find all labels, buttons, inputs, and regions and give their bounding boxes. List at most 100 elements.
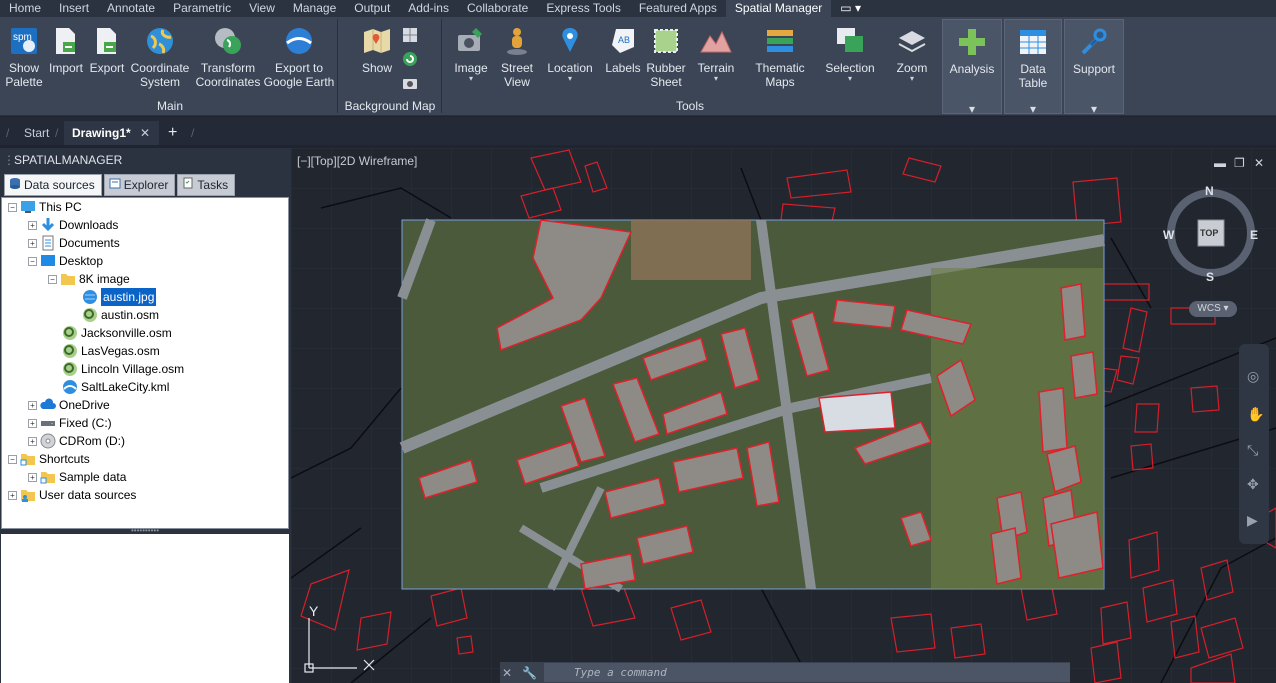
menu-output[interactable]: Output xyxy=(345,0,399,17)
refresh-icon[interactable] xyxy=(402,51,418,67)
labels-button[interactable]: AB Labels xyxy=(603,19,643,75)
expand-icon[interactable]: + xyxy=(28,400,37,410)
tree-item-jacksonville-osm[interactable]: Jacksonville.osm xyxy=(62,324,172,342)
showmotion-icon[interactable]: ▶ xyxy=(1247,512,1258,529)
tab-explorer[interactable]: Explorer xyxy=(103,174,176,196)
rubber-sheet-button[interactable]: Rubber Sheet xyxy=(644,19,688,89)
menu-express-tools[interactable]: Express Tools xyxy=(537,0,629,17)
tree-item-onedrive[interactable]: + OneDrive xyxy=(28,396,110,414)
tree-item-fixed-c[interactable]: + Fixed (C:) xyxy=(28,414,112,432)
export-button[interactable]: Export xyxy=(87,19,127,75)
tab-data-sources[interactable]: Data sources xyxy=(4,174,102,196)
wcs-label: WCS xyxy=(1197,303,1221,314)
menu-insert[interactable]: Insert xyxy=(50,0,98,17)
show-palette-button[interactable]: spm Show Palette xyxy=(4,19,44,89)
expand-icon[interactable]: + xyxy=(28,436,37,446)
orbit-icon[interactable]: ✥ xyxy=(1247,476,1259,493)
viewcube-top-face[interactable]: TOP xyxy=(1200,228,1218,238)
tree-item-shortcuts[interactable]: − Shortcuts xyxy=(8,450,90,468)
tree-item-downloads[interactable]: + Downloads xyxy=(28,216,118,234)
map-grid-icon[interactable] xyxy=(402,27,418,43)
menu-manage[interactable]: Manage xyxy=(284,0,345,17)
thematic-maps-button[interactable]: Thematic Maps xyxy=(752,19,808,89)
pan-hand-icon[interactable]: ✋ xyxy=(1247,406,1264,423)
tree-item-documents[interactable]: + Documents xyxy=(28,234,120,252)
menu-featured-apps[interactable]: Featured Apps xyxy=(630,0,726,17)
table-icon xyxy=(1017,26,1049,58)
aerial-image xyxy=(397,218,1106,593)
tab-start[interactable]: Start xyxy=(24,121,49,145)
menu-view[interactable]: View xyxy=(240,0,284,17)
analysis-button[interactable]: Analysis ▾ xyxy=(942,19,1002,116)
tree-item-sample-data[interactable]: + Sample data xyxy=(28,468,126,486)
restore-icon[interactable]: ❐ xyxy=(1234,156,1245,170)
compass-east[interactable]: E xyxy=(1250,228,1258,242)
menu-spatial-manager[interactable]: Spatial Manager xyxy=(725,0,832,17)
wcs-menu[interactable]: WCS ▾ xyxy=(1189,301,1237,317)
new-tab-button[interactable]: + xyxy=(168,121,177,145)
terrain-button[interactable]: Terrain ▾ xyxy=(695,19,737,83)
viewport-controls-label[interactable]: [−][Top][2D Wireframe] xyxy=(297,154,417,168)
close-viewport-icon[interactable]: ✕ xyxy=(1254,156,1264,170)
tree-item-this-pc[interactable]: − This PC xyxy=(8,198,82,216)
image-button[interactable]: Image ▾ xyxy=(451,19,491,83)
street-view-button[interactable]: Street View xyxy=(497,19,537,89)
tab-drawing1[interactable]: Drawing1* ✕ xyxy=(64,121,159,145)
tree-item-lasvegas-osm[interactable]: LasVegas.osm xyxy=(62,342,160,360)
steering-wheel-icon[interactable]: ◎ xyxy=(1247,368,1259,385)
viewcube[interactable]: N S E W TOP xyxy=(1163,184,1258,284)
expand-icon[interactable]: + xyxy=(28,472,37,482)
compass-west[interactable]: W xyxy=(1163,228,1174,242)
tree-item-lincoln-village-osm[interactable]: Lincoln Village.osm xyxy=(62,360,184,378)
compass-north[interactable]: N xyxy=(1205,184,1214,198)
collapse-icon[interactable]: − xyxy=(8,202,17,212)
menu-home[interactable]: Home xyxy=(0,0,50,17)
minimize-icon[interactable]: ▬ xyxy=(1214,156,1226,170)
menu-parametric[interactable]: Parametric xyxy=(164,0,240,17)
support-button[interactable]: Support ▾ xyxy=(1064,19,1124,116)
command-input[interactable]: Type a command xyxy=(544,663,1070,682)
zoom-button[interactable]: Zoom ▾ xyxy=(891,19,933,83)
tree-item-user-data-sources[interactable]: + User data sources xyxy=(8,486,136,504)
tasks-icon xyxy=(182,175,194,195)
compass-south[interactable]: S xyxy=(1206,270,1214,284)
camera-icon[interactable] xyxy=(402,75,418,91)
collapse-icon[interactable]: − xyxy=(8,454,17,464)
menu-addins[interactable]: Add-ins xyxy=(399,0,458,17)
import-button[interactable]: Import xyxy=(46,19,86,75)
tree-item-austin-osm[interactable]: austin.osm xyxy=(82,306,159,324)
drawing-canvas[interactable]: Y xyxy=(291,148,1276,683)
selection-label: Selection xyxy=(825,61,875,75)
close-icon[interactable]: ✕ xyxy=(140,121,150,145)
zoom-extents-icon[interactable]: ⤡ xyxy=(1247,442,1258,459)
collapse-icon[interactable]: − xyxy=(28,256,37,266)
tree-item-8k-image[interactable]: −8K image xyxy=(48,270,130,288)
selection-button[interactable]: Selection ▾ xyxy=(823,19,877,83)
ribbon-options-icon[interactable]: ▭ ▾ xyxy=(831,0,870,17)
expand-icon[interactable]: + xyxy=(28,238,37,248)
coordinate-system-button[interactable]: Coordinate System xyxy=(128,19,192,89)
location-button[interactable]: Location ▾ xyxy=(544,19,596,83)
terrain-label: Terrain xyxy=(697,61,735,75)
tree-item-desktop[interactable]: − Desktop xyxy=(28,252,103,270)
group-label-main: Main xyxy=(156,99,183,113)
data-table-button[interactable]: Data Table ▾ xyxy=(1004,19,1062,116)
map-icon xyxy=(361,25,393,57)
show-background-map-button[interactable]: Show xyxy=(356,19,398,75)
export-google-earth-button[interactable]: Export to Google Earth xyxy=(263,19,335,89)
expand-icon[interactable]: + xyxy=(8,490,17,500)
tree-item-saltlakecity-kml[interactable]: SaltLakeCity.kml xyxy=(62,378,169,396)
menu-collaborate[interactable]: Collaborate xyxy=(458,0,537,17)
menu-annotate[interactable]: Annotate xyxy=(98,0,164,17)
expand-icon[interactable]: + xyxy=(28,220,37,230)
collapse-icon[interactable]: − xyxy=(48,274,57,284)
transform-coordinates-button[interactable]: Transform Coordinates xyxy=(194,19,262,89)
grip-icon[interactable]: ⋮ xyxy=(3,150,15,170)
tree-item-austin-jpg[interactable]: austin.jpg xyxy=(82,288,157,306)
tree-item-cdrom-d[interactable]: + CDRom (D:) xyxy=(28,432,125,450)
close-command-icon[interactable]: ✕ xyxy=(500,666,514,680)
tab-tasks[interactable]: Tasks xyxy=(177,174,236,196)
expand-icon[interactable]: + xyxy=(28,418,37,428)
drawing-viewport[interactable]: Y [−][Top][2D Wireframe] ▬ ❐ ✕ N S E W T… xyxy=(291,148,1276,683)
wrench-icon[interactable]: 🔧 xyxy=(522,666,537,680)
